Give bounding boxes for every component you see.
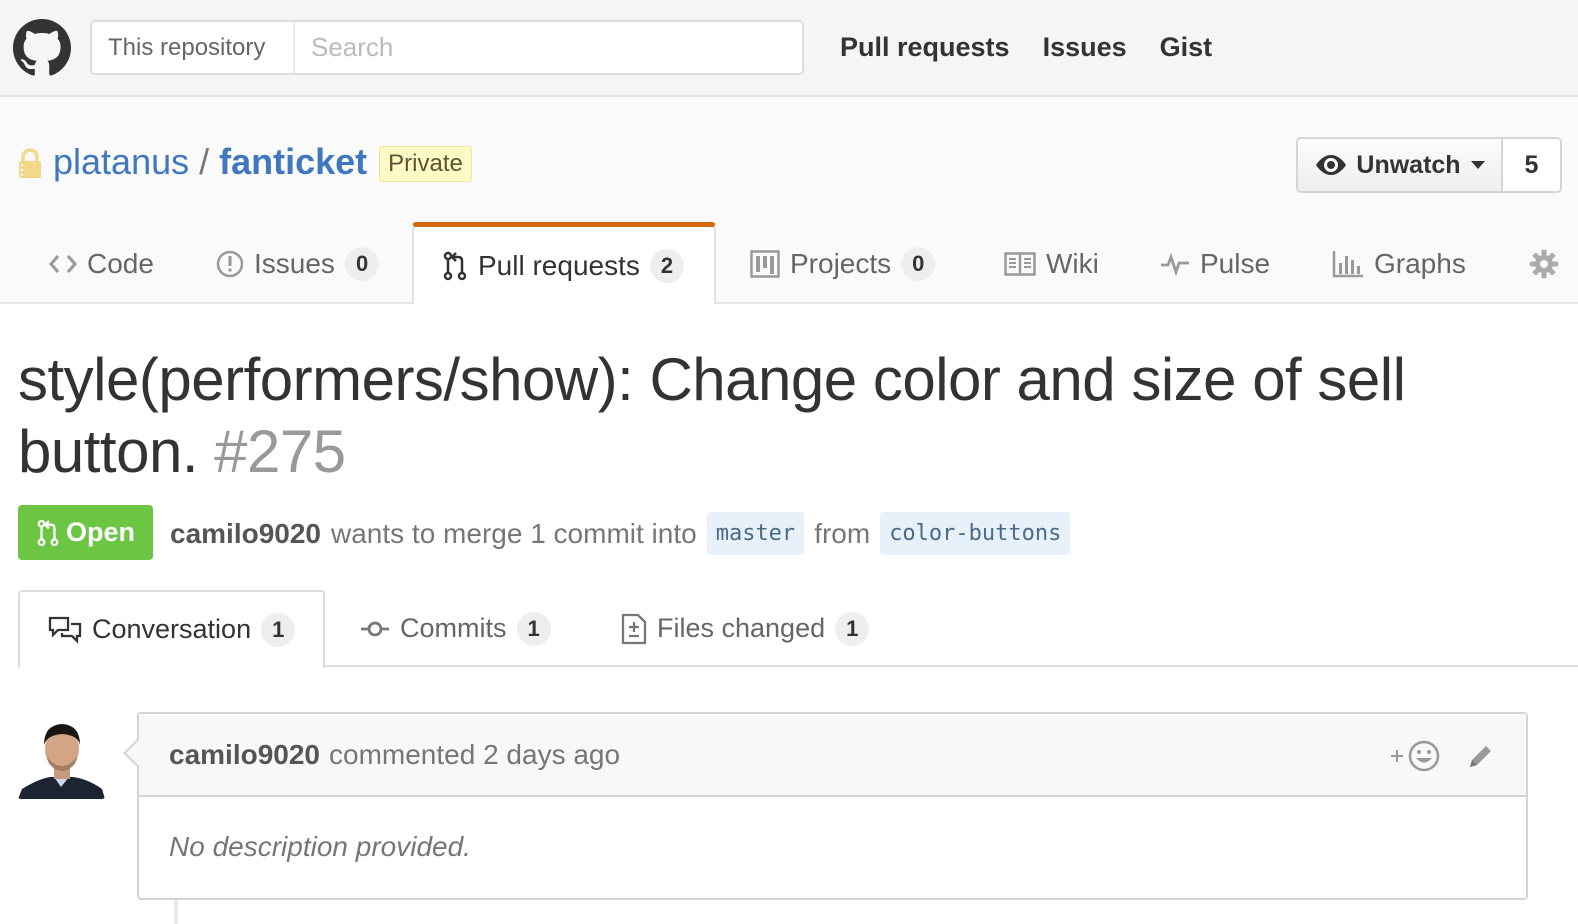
header-nav-issues[interactable]: Issues: [1043, 32, 1127, 63]
gear-icon: [1530, 250, 1558, 278]
tab-graphs-label: Graphs: [1374, 248, 1466, 279]
issue-opened-icon: [216, 250, 244, 278]
watch-button-group: Unwatch 5: [1296, 137, 1562, 193]
pr-meta: camilo9020 wants to merge 1 commit into …: [170, 512, 1080, 555]
project-icon: [750, 250, 780, 278]
tab-files-changed-label: Files changed: [657, 613, 826, 643]
tab-pulse[interactable]: Pulse: [1160, 224, 1270, 304]
search-scope-label: This repository: [92, 22, 295, 73]
tab-conversation-label: Conversation: [92, 614, 252, 644]
timeline-line: [174, 900, 178, 924]
file-diff-icon: [621, 613, 647, 644]
github-logo-icon[interactable]: [13, 19, 71, 77]
tab-projects-label: Projects: [790, 248, 892, 279]
pull-requests-counter: 2: [649, 248, 685, 283]
tab-pull-requests[interactable]: Pull requests 2: [412, 222, 717, 304]
tab-wiki[interactable]: Wiki: [1004, 224, 1099, 304]
repo-owner-link[interactable]: platanus: [53, 141, 189, 183]
tab-projects[interactable]: Projects 0: [750, 224, 936, 304]
repo-title: platanus / fanticket Private: [53, 141, 472, 183]
site-header: This repository Pull requests Issues Gis…: [0, 0, 1578, 97]
commits-counter: 1: [516, 611, 551, 646]
tab-pulse-label: Pulse: [1200, 248, 1271, 279]
git-pull-request-icon: [443, 251, 467, 280]
header-nav-pull-requests[interactable]: Pull requests: [840, 32, 1010, 63]
tab-code-label: Code: [87, 248, 154, 279]
tab-commits-label: Commits: [400, 613, 507, 643]
tab-code[interactable]: Code: [49, 224, 154, 304]
comment-body: No description provided.: [169, 831, 471, 862]
tab-conversation[interactable]: Conversation 1: [18, 590, 326, 669]
add-reaction-icon[interactable]: [1388, 739, 1442, 773]
unwatch-button[interactable]: Unwatch: [1298, 139, 1503, 191]
comment-discussion-icon: [48, 616, 82, 644]
tab-graphs[interactable]: Graphs: [1332, 224, 1466, 304]
header-nav-gist[interactable]: Gist: [1160, 32, 1213, 63]
watchers-count[interactable]: 5: [1503, 139, 1560, 191]
book-icon: [1004, 252, 1036, 276]
lock-icon: [19, 148, 41, 178]
comment: camilo9020 commented 2 days ago No descr…: [123, 712, 1528, 900]
git-pull-request-icon: [37, 519, 59, 546]
git-commit-icon: [361, 621, 389, 636]
pulse-icon: [1161, 252, 1189, 276]
issues-counter: 0: [344, 247, 380, 281]
site-search: This repository: [90, 20, 804, 75]
code-icon: [49, 255, 77, 273]
pr-title: style(performers/show): Change color and…: [18, 344, 1518, 488]
search-input[interactable]: [295, 22, 802, 73]
header-nav: Pull requests Issues Gist: [840, 32, 1212, 63]
comment-timestamp: commented 2 days ago: [329, 738, 621, 770]
pr-merge-text: wants to merge 1 commit into: [331, 517, 697, 549]
repo-name-link[interactable]: fanticket: [219, 141, 367, 183]
tab-files-changed[interactable]: Files changed 1: [621, 590, 870, 667]
pr-state-label: Open: [65, 517, 135, 547]
tab-commits[interactable]: Commits 1: [360, 590, 551, 667]
pr-from-text: from: [814, 517, 871, 549]
projects-counter: 0: [901, 247, 936, 281]
unwatch-label: Unwatch: [1356, 150, 1461, 179]
pr-number: #275: [214, 418, 346, 485]
pr-author-link[interactable]: camilo9020: [170, 518, 321, 550]
head-branch[interactable]: color-buttons: [880, 512, 1071, 555]
comment-actions: [1388, 739, 1496, 773]
comment-header: camilo9020 commented 2 days ago: [139, 714, 1526, 797]
caret-down-icon: [1470, 161, 1485, 169]
tab-settings[interactable]: [1529, 224, 1559, 304]
tab-wiki-label: Wiki: [1046, 248, 1099, 279]
avatar[interactable]: [18, 715, 105, 799]
tab-issues-label: Issues: [254, 248, 335, 279]
repo-separator: /: [199, 141, 210, 182]
tab-pull-requests-label: Pull requests: [478, 249, 640, 281]
files-changed-counter: 1: [835, 611, 870, 646]
pr-tabs: Conversation 1 Commits 1 Files changed 1: [18, 590, 1578, 669]
eye-icon: [1316, 155, 1347, 175]
comment-author-link[interactable]: camilo9020: [169, 739, 320, 771]
conversation-counter: 1: [261, 612, 296, 647]
repo-nav: Code Issues 0 Pull requests 2 Projects 0…: [0, 222, 1578, 304]
pr-state-badge: Open: [18, 505, 153, 560]
tab-issues[interactable]: Issues 0: [216, 224, 380, 304]
pencil-icon[interactable]: [1466, 741, 1496, 771]
graph-icon: [1332, 251, 1363, 278]
base-branch[interactable]: master: [706, 512, 805, 555]
private-badge: Private: [379, 146, 472, 182]
